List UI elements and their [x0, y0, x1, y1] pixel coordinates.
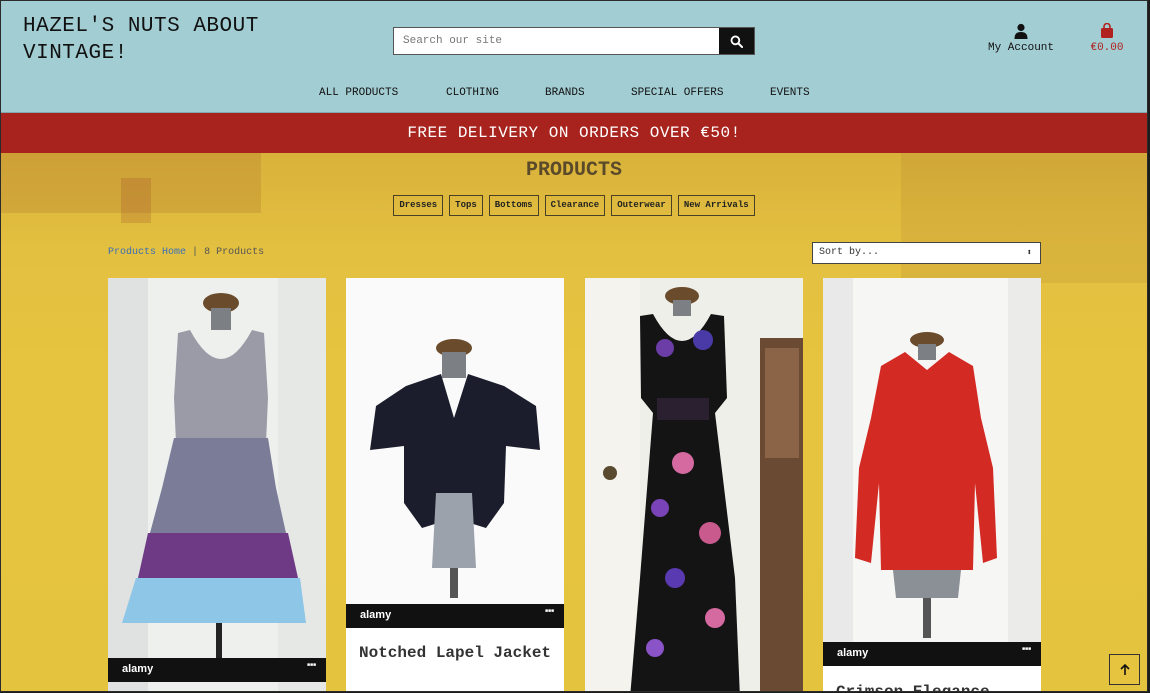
product-image [585, 278, 803, 691]
breadcrumb-separator: | [192, 247, 199, 258]
browser-frame: HAZEL'S NUTS ABOUT VINTAGE! My Account [0, 0, 1148, 692]
site-header: HAZEL'S NUTS ABOUT VINTAGE! My Account [1, 1, 1147, 113]
product-card[interactable]: alamy ■■■ [108, 278, 326, 691]
breadcrumb: Products Home | 8 Products [108, 247, 264, 258]
image-watermark: alamy ■■■ [346, 604, 564, 628]
search-input[interactable] [394, 28, 719, 54]
search-bar [393, 27, 755, 55]
watermark-label: alamy [360, 609, 392, 621]
sort-label: Sort by... [819, 247, 880, 258]
category-dresses[interactable]: Dresses [393, 195, 444, 216]
search-icon [730, 35, 743, 48]
product-image [823, 278, 1041, 648]
category-new-arrivals[interactable]: New Arrivals [677, 195, 755, 216]
shopping-bag-icon [1085, 22, 1129, 41]
image-watermark: alamy ■■■ [823, 642, 1041, 666]
search-button[interactable] [719, 28, 754, 54]
sort-arrows-icon: ⬍ [1026, 248, 1032, 258]
nav-special-offers[interactable]: SPECIAL OFFERS [631, 87, 723, 99]
my-account-label: My Account [987, 42, 1054, 54]
watermark-label: alamy [122, 663, 154, 675]
category-bottoms[interactable]: Bottoms [488, 195, 539, 216]
nav-events[interactable]: EVENTS [770, 87, 810, 99]
arrow-up-icon [1119, 663, 1130, 675]
product-image [108, 278, 326, 691]
scroll-to-top-button[interactable] [1109, 654, 1140, 685]
product-image [346, 278, 564, 608]
page-title: PRODUCTS [525, 159, 622, 182]
product-count: 8 Products [204, 247, 265, 258]
promo-banner: FREE DELIVERY ON ORDERS OVER €50! [1, 113, 1147, 153]
watermark-label: alamy [837, 647, 869, 659]
nav-brands[interactable]: BRANDS [545, 87, 585, 99]
product-card[interactable] [585, 278, 803, 691]
watermark-small-print: ■■■ [1021, 646, 1031, 652]
image-watermark: alamy ■■■ [108, 658, 326, 682]
category-clearance[interactable]: Clearance [544, 195, 606, 216]
nav-clothing[interactable]: CLOTHING [446, 87, 499, 99]
category-outerwear[interactable]: Outerwear [611, 195, 672, 216]
product-card[interactable]: alamy ■■■ Notched Lapel Jacket [346, 278, 564, 691]
cart-total: €0.00 [1090, 42, 1124, 54]
brand-logo[interactable]: HAZEL'S NUTS ABOUT VINTAGE! [23, 13, 303, 67]
category-tops[interactable]: Tops [449, 195, 483, 216]
watermark-small-print: ■■■ [306, 662, 316, 668]
sort-select[interactable]: Sort by... ⬍ [812, 242, 1041, 264]
my-account-link[interactable]: My Account [983, 23, 1059, 54]
watermark-small-print: ■■■ [544, 608, 554, 614]
user-icon [983, 23, 1059, 41]
breadcrumb-products-home[interactable]: Products Home [108, 247, 186, 258]
product-name[interactable]: Crimson Elegance [836, 680, 1036, 691]
nav-all-products[interactable]: ALL PRODUCTS [319, 87, 398, 99]
main-nav: ALL PRODUCTS CLOTHING BRANDS SPECIAL OFF… [1, 87, 1147, 101]
product-name[interactable]: Notched Lapel Jacket [359, 641, 559, 666]
cart-link[interactable]: €0.00 [1085, 22, 1129, 54]
products-section: PRODUCTS Dresses Tops Bottoms Clearance … [1, 153, 1147, 691]
category-filters: Dresses Tops Bottoms Clearance Outerwear… [1, 195, 1147, 216]
product-card[interactable]: alamy ■■■ Crimson Elegance [823, 278, 1041, 691]
